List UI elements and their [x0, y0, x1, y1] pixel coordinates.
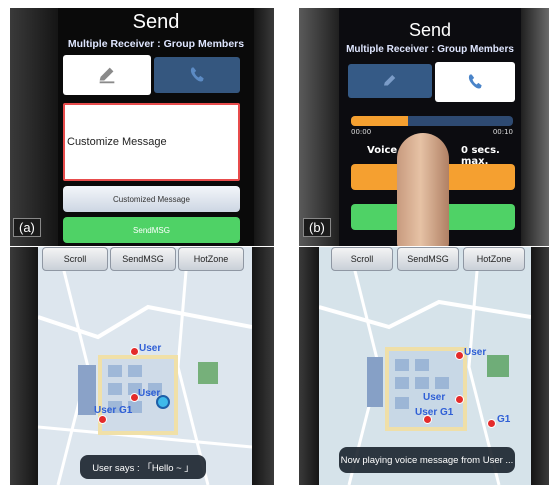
phone-bezel-left — [299, 8, 339, 246]
pencil-icon — [99, 67, 115, 84]
user-marker-label: User — [464, 347, 487, 358]
user-location-pin[interactable] — [130, 347, 139, 356]
user-location-pin[interactable] — [487, 419, 496, 428]
send-msg-button[interactable]: SendMSG — [63, 217, 240, 243]
time-start: 00:00 — [351, 128, 372, 136]
customized-message-button[interactable]: Customized Message — [63, 186, 240, 212]
phone-bezel-right — [252, 247, 274, 485]
toolbar-scroll-button[interactable]: Scroll — [331, 247, 393, 271]
page-subtitle: Multiple Receiver : Group Members — [67, 38, 245, 50]
recording-progress-fill — [351, 116, 408, 126]
user-marker-label: G1 — [497, 414, 511, 425]
map-view[interactable]: Scroll SendMSG HotZone User User User G1… — [38, 247, 252, 485]
custom-message-placeholder: Customize Message — [67, 136, 167, 148]
phone-icon — [190, 67, 204, 82]
map-graphic — [38, 247, 252, 485]
tab-text-message[interactable] — [63, 55, 151, 95]
phone-bezel-right — [531, 247, 549, 485]
phone-bezel-left — [10, 247, 38, 485]
panel-label: (a) — [13, 218, 41, 237]
time-end: 00:10 — [492, 128, 513, 136]
phone-bezel-right — [521, 8, 549, 246]
panel-label: (b) — [303, 218, 331, 237]
toolbar-hotzone-button[interactable]: HotZone — [463, 247, 525, 271]
tab-voice-message[interactable] — [435, 62, 515, 102]
phone-screen: Send Multiple Receiver : Group Members C… — [58, 8, 254, 246]
user-location-pin[interactable] — [455, 351, 464, 360]
panel-b-voice-send-screen: Send Multiple Receiver : Group Members 0… — [299, 8, 549, 246]
phone-icon — [468, 74, 482, 89]
panel-d-map-voice-toast: Scroll SendMSG HotZone User User User G1… — [299, 247, 549, 485]
phone-bezel-left — [10, 8, 58, 246]
panel-a-text-send-screen: Send Multiple Receiver : Group Members C… — [10, 8, 274, 246]
custom-message-input[interactable]: Customize Message — [63, 103, 240, 181]
toolbar-scroll-button[interactable]: Scroll — [42, 247, 108, 271]
voice-playing-toast: Now playing voice message from User ... — [339, 447, 515, 473]
finger-photo — [397, 133, 449, 246]
tab-text-message[interactable] — [348, 64, 432, 98]
user-location-pin[interactable] — [455, 395, 464, 404]
toolbar-sendmsg-button[interactable]: SendMSG — [110, 247, 176, 271]
user-marker-label: User G1 — [94, 405, 133, 416]
tab-voice-message[interactable] — [154, 57, 240, 93]
user-marker-label: User — [139, 343, 162, 354]
user-marker-label: User — [423, 392, 446, 403]
phone-screen: Send Multiple Receiver : Group Members 0… — [339, 8, 521, 246]
page-title: Send — [408, 20, 452, 40]
phone-bezel-right — [254, 8, 274, 246]
page-subtitle: Multiple Receiver : Group Members — [346, 44, 514, 55]
message-toast: User says : 「Hello ~ 」 — [80, 455, 206, 479]
page-title: Send — [132, 11, 180, 33]
recording-progress-bar — [351, 116, 513, 126]
toolbar-hotzone-button[interactable]: HotZone — [178, 247, 244, 271]
user-location-pin[interactable] — [98, 415, 107, 424]
panel-c-map-text-toast: Scroll SendMSG HotZone User User User G1… — [10, 247, 274, 485]
pencil-icon — [384, 75, 396, 86]
toolbar-sendmsg-button[interactable]: SendMSG — [397, 247, 459, 271]
my-location-icon — [156, 395, 170, 409]
phone-bezel-left — [299, 247, 319, 485]
map-view[interactable]: Scroll SendMSG HotZone User User User G1… — [319, 247, 531, 485]
user-marker-label: User G1 — [415, 407, 454, 418]
